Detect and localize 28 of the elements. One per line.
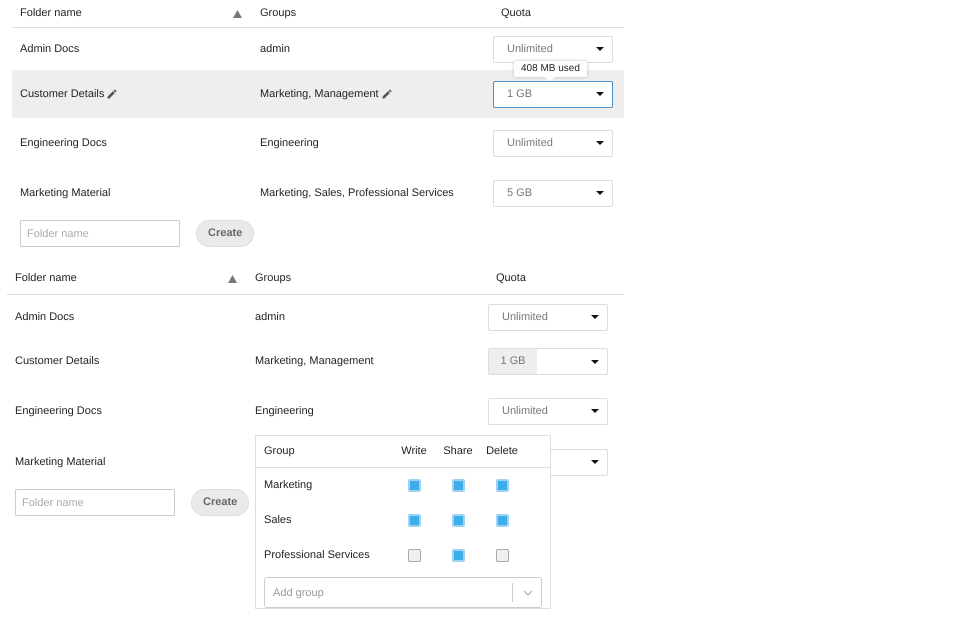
tooltip: 408 MB used bbox=[514, 60, 587, 80]
folder-name: Marketing Material bbox=[20, 186, 110, 201]
folder-name: Admin Docs bbox=[20, 42, 80, 57]
folder-name: Customer Details bbox=[15, 354, 100, 370]
column-header: Delete bbox=[485, 444, 519, 460]
column-header: Write bbox=[400, 444, 428, 460]
column-header: Share bbox=[442, 444, 474, 460]
folder-name: Engineering Docs bbox=[20, 136, 107, 151]
column-header: Quota bbox=[495, 271, 526, 286]
folder-name: Admin Docs bbox=[15, 310, 74, 325]
groups-text: admin bbox=[260, 42, 290, 57]
folder-name: Marketing Material bbox=[15, 454, 106, 470]
column-header: Group bbox=[264, 444, 296, 460]
groups-text: admin bbox=[255, 310, 285, 325]
quota-value: 1 GB bbox=[489, 349, 537, 374]
column-header: Quota bbox=[500, 6, 531, 22]
column-header: Groups bbox=[254, 271, 292, 286]
group-name: Marketing bbox=[264, 478, 314, 494]
folder-name: Engineering Docs bbox=[15, 404, 102, 419]
group-name: Professional Services bbox=[264, 548, 371, 564]
column-header: Groups bbox=[259, 6, 296, 22]
groups-text: Marketing, Management bbox=[255, 354, 374, 370]
groups-text: Engineering bbox=[255, 404, 314, 419]
groups-text: Marketing, Sales, Professional Services bbox=[260, 186, 454, 201]
folder-name: Customer Details bbox=[20, 86, 104, 102]
groups-text: Engineering bbox=[260, 136, 319, 151]
group-name: Sales bbox=[264, 513, 293, 528]
groups-text: Marketing, Management bbox=[260, 86, 379, 102]
